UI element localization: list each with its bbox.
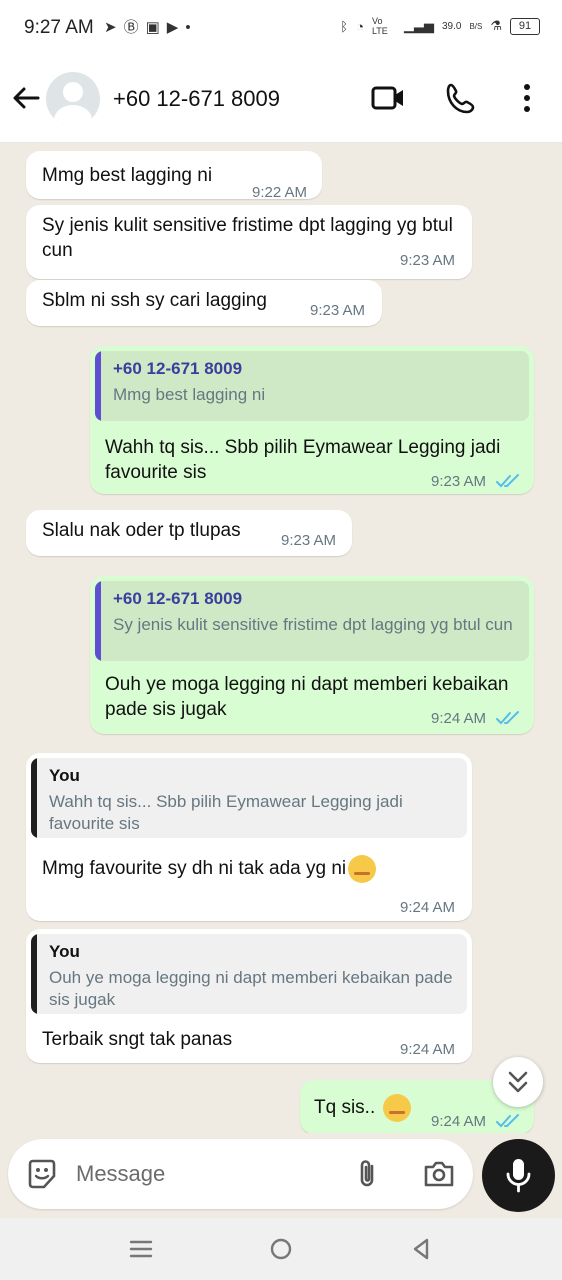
message-bubble[interactable]: Mmg best lagging ni 9:22 AM [26, 151, 322, 201]
message-text: Mmg best lagging ni [42, 165, 213, 186]
microphone-icon [506, 1159, 531, 1193]
notification-icons: ➤ Ⓑ ▣ ▶ • [104, 18, 191, 38]
back-arrow-icon[interactable] [8, 80, 44, 116]
message-text: Tq sis.. [314, 1094, 411, 1122]
status-bar: 9:27 AM ➤ Ⓑ ▣ ▶ • ᛒ ◔ Vo LTE ▁▃▅ 39.0 B/… [0, 0, 562, 56]
message-time: 9:24 AM [400, 899, 456, 916]
quote-text: Sy jenis kulit sensitive fristime dpt la… [113, 615, 513, 634]
voice-message-button[interactable] [482, 1139, 555, 1212]
message-time: 9:22 AM [252, 184, 308, 201]
quoted-message[interactable]: +60 12-671 8009 Sy jenis kulit sensitive… [95, 581, 529, 661]
double-chevron-down-icon [508, 1071, 528, 1093]
telegram-icon: ➤ [104, 19, 117, 36]
message-text: Slalu nak oder tp tlupas [42, 520, 241, 541]
message-text-body: Tq sis.. [314, 1097, 376, 1119]
emoji-blush-icon [348, 855, 377, 883]
chat-area: Mmg best lagging ni 9:22 AM Sy jenis kul… [0, 143, 562, 1133]
message-time: 9:24 AM [400, 1041, 456, 1058]
read-ticks-icon [496, 474, 519, 488]
message-time: 9:23 AM [310, 302, 366, 319]
message-bubble[interactable]: Sy jenis kulit sensitive fristime dpt la… [26, 205, 472, 279]
message-text: Sblm ni ssh sy cari lagging [42, 290, 267, 311]
quote-text: Ouh ye moga legging ni dapt memberi keba… [49, 968, 453, 1009]
message-bubble[interactable]: Sblm ni ssh sy cari lagging 9:23 AM [26, 280, 382, 326]
message-bubble[interactable]: Slalu nak oder tp tlupas 9:23 AM [26, 510, 352, 556]
system-status-icons: ᛒ ◔ Vo LTE ▁▃▅ 39.0 B/S ⚗ 91 [340, 16, 540, 36]
speed-readout: 39.0 [441, 20, 462, 32]
message-bubble[interactable]: You Wahh tq sis... Sbb pilih Eymawear Le… [26, 753, 472, 921]
scroll-to-bottom-button[interactable] [493, 1057, 543, 1107]
status-time: 9:27 AM [24, 17, 94, 38]
wifi-icon: ◔ [356, 18, 364, 34]
quote-author: +60 12-671 8009 [113, 359, 243, 378]
message-text: Mmg favourite sy dh ni tak ada yg ni [42, 855, 377, 883]
quoted-message[interactable]: You Ouh ye moga legging ni dapt memberi … [31, 934, 467, 1014]
message-time: 9:24 AM [431, 710, 487, 727]
sticker-icon[interactable] [24, 1156, 60, 1192]
quote-bar [31, 758, 37, 838]
flipboard-icon: ▣ [145, 19, 160, 36]
message-time: 9:23 AM [281, 532, 337, 549]
b-icon: Ⓑ [123, 19, 139, 36]
quote-author: You [49, 942, 80, 961]
speed-unit: B/S [469, 21, 483, 31]
youtube-icon: ▶ [166, 19, 179, 36]
system-navigation-bar [0, 1218, 562, 1280]
back-nav-icon[interactable] [408, 1236, 434, 1262]
battery-icon: 91 [510, 17, 540, 35]
message-input[interactable]: Message [76, 1161, 165, 1187]
message-bubble[interactable]: +60 12-671 8009 Mmg best lagging ni Wahh… [90, 346, 534, 494]
video-call-icon[interactable] [368, 78, 408, 118]
quote-author: +60 12-671 8009 [113, 589, 243, 608]
quote-author: You [49, 766, 80, 785]
read-ticks-icon [496, 711, 519, 725]
message-text-body: Mmg favourite sy dh ni tak ada yg ni [42, 858, 347, 880]
voice-call-icon[interactable] [442, 78, 482, 118]
signal-icon: ▁▃▅ [403, 18, 434, 33]
quote-bar [95, 351, 101, 421]
quoted-message[interactable]: +60 12-671 8009 Mmg best lagging ni [95, 351, 529, 421]
bluetooth-icon: ᛒ [340, 18, 349, 34]
recent-apps-icon[interactable] [128, 1236, 154, 1262]
message-bubble[interactable]: +60 12-671 8009 Sy jenis kulit sensitive… [90, 576, 534, 734]
message-time: 9:23 AM [431, 473, 487, 490]
chat-header: +60 12-671 8009 [0, 56, 562, 143]
lab-icon: ⚗ [490, 18, 502, 33]
quote-bar [95, 581, 101, 661]
message-bubble[interactable]: You Ouh ye moga legging ni dapt memberi … [26, 929, 472, 1063]
home-icon[interactable] [268, 1236, 294, 1262]
quote-text: Mmg best lagging ni [113, 385, 266, 404]
emoji-kiss-icon [382, 1094, 411, 1122]
quote-bar [31, 934, 37, 1014]
message-time: 9:24 AM [431, 1113, 487, 1130]
read-ticks-icon [496, 1114, 519, 1128]
quote-text: Wahh tq sis... Sbb pilih Eymawear Leggin… [49, 792, 403, 833]
message-input-bar: Message [8, 1139, 473, 1209]
camera-icon[interactable] [421, 1156, 457, 1192]
contact-name[interactable]: +60 12-671 8009 [113, 86, 280, 112]
message-time: 9:23 AM [400, 252, 456, 269]
network-label: Vo LTE [371, 16, 388, 36]
message-text: Terbaik sngt tak panas [42, 1029, 233, 1050]
avatar[interactable] [46, 72, 100, 126]
attach-icon[interactable] [350, 1156, 386, 1192]
dot-icon: • [185, 19, 191, 36]
more-options-icon[interactable] [507, 78, 547, 118]
quoted-message[interactable]: You Wahh tq sis... Sbb pilih Eymawear Le… [31, 758, 467, 838]
